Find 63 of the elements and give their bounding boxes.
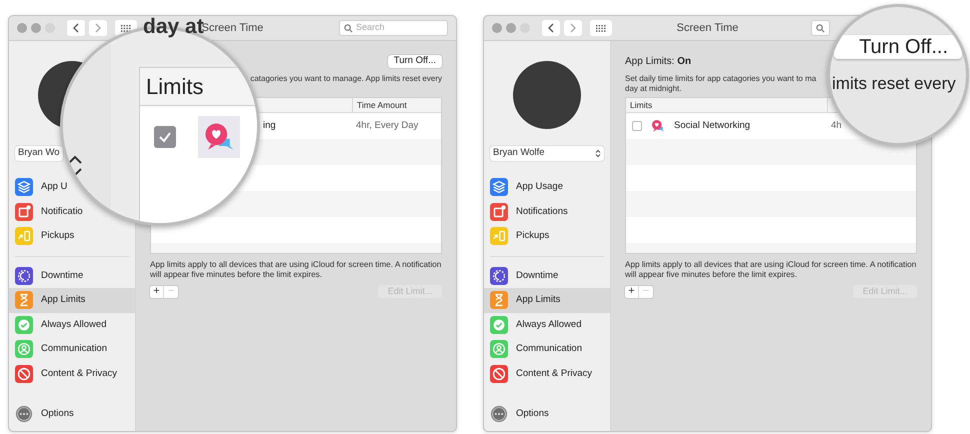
footnote-text: App limits apply to all devices that are using iCloud for screen time. A notification will appear five minutes before the limit expires. [625,260,917,280]
window-title: Screen Time [676,20,738,36]
back-button[interactable] [542,20,560,36]
user-popup[interactable]: Bryan Wolfe [490,146,604,161]
turn-off-button[interactable]: Turn Off... [834,35,962,59]
options-button[interactable]: Options [484,405,610,423]
back-button[interactable] [67,20,85,36]
description-text: catagories you want to manage. App limits reset every [250,74,442,84]
sidebar-item[interactable]: Notificatio [15,202,83,221]
minimize-button[interactable] [506,23,516,33]
sidebar-item[interactable]: Communication [490,340,582,358]
minimize-button[interactable] [31,23,41,33]
checkmark-icon [158,130,172,144]
column-header: Time Amount [357,98,407,112]
chevron-left-icon [73,23,79,33]
sidebar-item[interactable]: Pickups [490,227,550,246]
chat-bubbles-icon [650,118,666,134]
description-text: Set daily time limits for app catagories you want to ma [625,74,816,84]
footnote-text: App limits apply to all devices that are using iCloud for screen time. A notification will appear five minutes before the limit expires. [150,260,442,280]
column-header: Limits [146,73,204,101]
options-button[interactable]: Options [9,405,135,423]
checkbox[interactable] [632,121,642,131]
add-button[interactable]: + [150,286,164,298]
grid-button[interactable] [590,20,612,36]
stepper-icon [595,149,601,158]
status-text: App Limits: On [625,54,692,68]
category-name: ing [263,118,276,133]
sidebar-item[interactable]: Notifications [490,202,568,221]
magnified-text: day at [143,16,204,37]
user-popup[interactable]: Bryan Wo [15,146,63,161]
sidebar-item[interactable]: Content & Privacy [15,364,118,383]
sidebar-item[interactable]: Always Allowed [15,316,106,334]
sidebar-item[interactable]: App U [15,178,68,196]
description-text: day at midnight. [625,84,682,94]
category-name: Social Networking [674,118,750,133]
sidebar-item[interactable]: Communication [15,340,107,358]
time-amount: 4hr, Every Day [355,118,418,133]
grid-icon [596,24,606,32]
sidebar-item[interactable]: Always Allowed [490,316,582,334]
more-icon [15,405,33,423]
sidebar-item[interactable]: Pickups [15,227,74,246]
sidebar-item[interactable]: Downtime [15,266,84,285]
search-icon [344,24,353,32]
sidebar-item[interactable]: App Limits [15,291,86,310]
search-icon [816,24,825,32]
add-button[interactable]: + [625,286,639,298]
turn-off-button[interactable]: Turn Off... [388,54,442,68]
more-icon [490,405,508,423]
checkbox[interactable] [154,126,176,148]
chevron-right-icon [570,23,576,33]
grid-icon [121,24,131,32]
sidebar-item[interactable]: Downtime [490,266,558,285]
column-header: Limits [630,98,652,112]
sidebar-item[interactable]: App Limits [490,291,560,310]
sidebar-item[interactable]: Content & Privacy [490,364,592,383]
close-button[interactable] [492,23,502,33]
time-amount: 4h [830,118,842,133]
search-field[interactable] [811,20,830,36]
magnified-text: imits reset every [832,73,956,95]
chevron-left-icon [548,23,554,33]
chevron-right-icon [95,23,101,33]
sidebar-item[interactable]: App Usage [490,178,564,196]
close-button[interactable] [17,23,27,33]
